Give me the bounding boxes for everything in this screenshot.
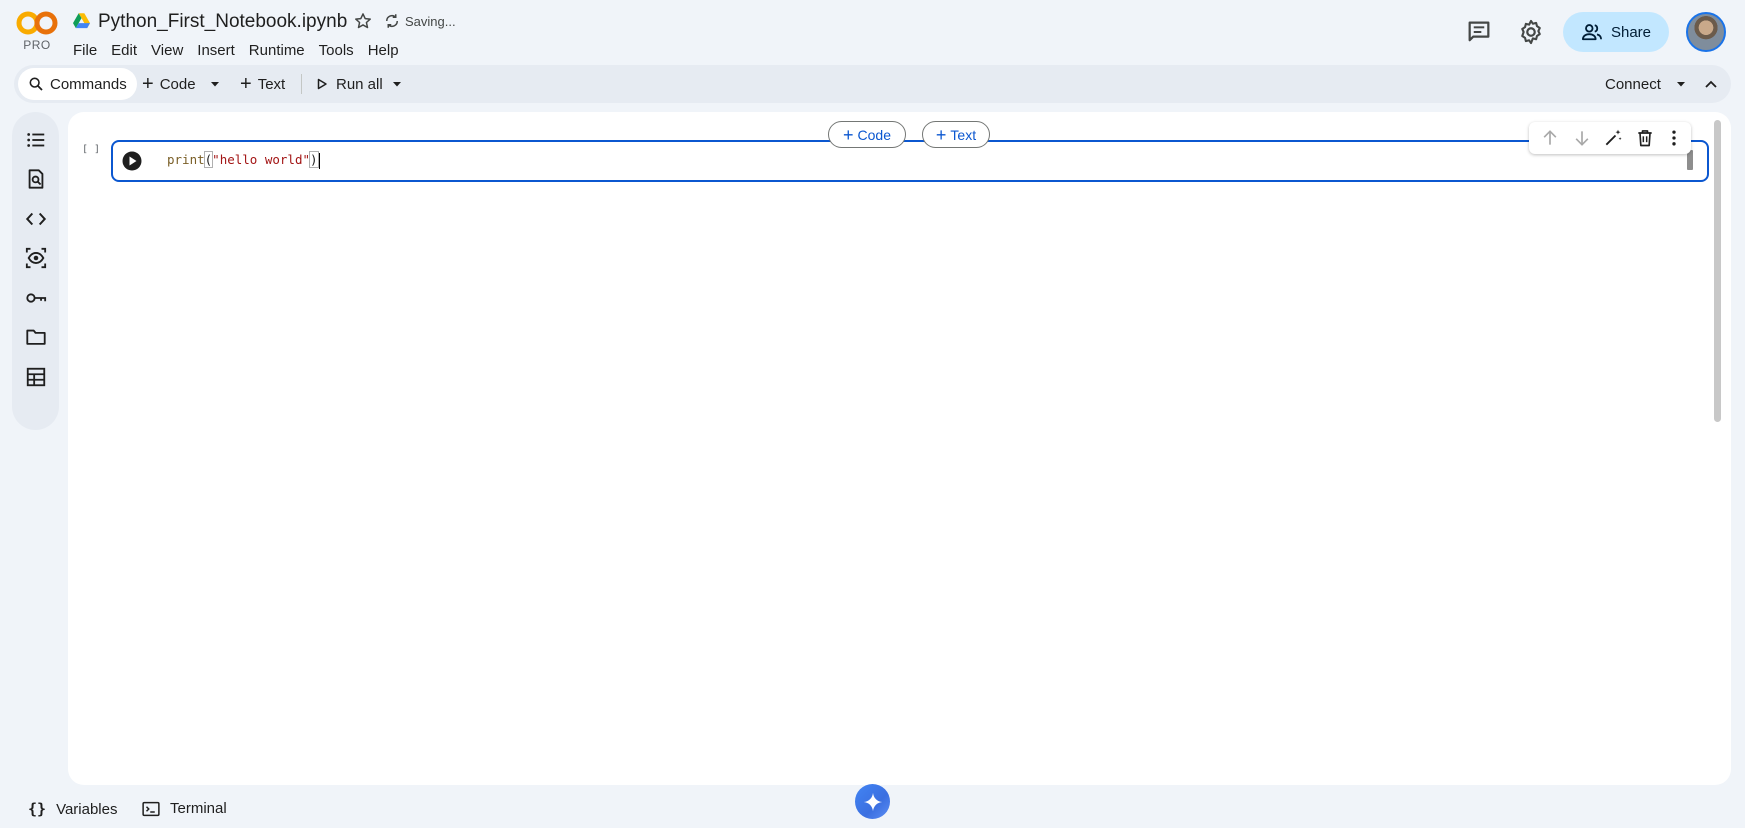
insert-code-label: Code bbox=[857, 126, 891, 143]
add-code-label: Code bbox=[159, 75, 196, 93]
text-caret bbox=[318, 152, 320, 169]
menu-view[interactable]: View bbox=[151, 40, 191, 59]
connect-button[interactable]: Connect bbox=[1605, 65, 1661, 103]
terminal-icon bbox=[142, 801, 160, 816]
run-all-dropdown-icon[interactable] bbox=[392, 80, 402, 88]
code-editor[interactable]: print("hello world") bbox=[167, 151, 320, 169]
menu-insert[interactable]: Insert bbox=[197, 40, 243, 59]
code-function: print bbox=[167, 152, 205, 167]
comments-icon[interactable] bbox=[1465, 18, 1493, 46]
terminal-label: Terminal bbox=[170, 800, 227, 817]
curly-braces-icon: {} bbox=[28, 800, 47, 818]
move-up-arrow-icon[interactable] bbox=[1540, 128, 1560, 148]
run-cell-icon[interactable] bbox=[122, 151, 142, 171]
insert-code-cell-button[interactable]: + Code bbox=[828, 121, 906, 148]
share-label: Share bbox=[1610, 23, 1652, 41]
app-header: PRO Python_First_Notebook.ipynb Saving..… bbox=[0, 0, 1745, 63]
commands-button[interactable]: Commands bbox=[18, 68, 137, 100]
move-down-arrow-icon[interactable] bbox=[1572, 128, 1592, 148]
commands-label: Commands bbox=[50, 75, 127, 93]
google-drive-icon[interactable] bbox=[73, 13, 90, 29]
terminal-button[interactable]: Terminal bbox=[142, 800, 227, 817]
code-snippets-icon[interactable] bbox=[25, 208, 47, 230]
pro-badge: PRO bbox=[23, 38, 51, 52]
notebook-title[interactable]: Python_First_Notebook.ipynb bbox=[98, 11, 347, 33]
add-code-button[interactable]: + Code bbox=[142, 65, 196, 103]
plus-icon: + bbox=[935, 124, 947, 145]
execution-count: [ ] bbox=[82, 144, 101, 155]
gemini-assistant-button[interactable] bbox=[855, 784, 890, 819]
sync-icon bbox=[385, 14, 399, 28]
files-folder-icon[interactable] bbox=[25, 326, 47, 348]
insert-text-label: Text bbox=[950, 126, 977, 143]
code-close-paren: ) bbox=[309, 151, 319, 168]
connect-label: Connect bbox=[1605, 75, 1661, 93]
save-status: Saving... bbox=[405, 14, 456, 29]
collapse-chevron-up-icon[interactable] bbox=[1704, 78, 1718, 90]
secrets-key-icon[interactable] bbox=[25, 287, 47, 309]
notebook-scrollbar[interactable] bbox=[1714, 120, 1721, 422]
variables-label: Variables bbox=[56, 800, 118, 818]
plus-icon: + bbox=[240, 72, 252, 95]
star-icon[interactable] bbox=[353, 11, 373, 31]
colab-logo[interactable]: PRO bbox=[16, 11, 58, 52]
add-text-button[interactable]: + Text bbox=[240, 65, 285, 103]
plus-icon: + bbox=[142, 72, 154, 95]
delete-trash-icon[interactable] bbox=[1635, 128, 1655, 148]
menu-edit[interactable]: Edit bbox=[111, 40, 145, 59]
insert-text-cell-button[interactable]: + Text bbox=[922, 121, 990, 148]
menu-help[interactable]: Help bbox=[368, 40, 407, 59]
variables-inspector-icon[interactable] bbox=[25, 247, 47, 269]
run-all-label: Run all bbox=[336, 75, 383, 93]
variables-button[interactable]: {} Variables bbox=[28, 800, 117, 818]
more-options-icon[interactable] bbox=[1664, 128, 1684, 148]
left-sidebar bbox=[12, 112, 59, 430]
connect-dropdown-icon[interactable] bbox=[1676, 80, 1686, 88]
search-icon bbox=[29, 77, 43, 91]
share-button[interactable]: Share bbox=[1563, 12, 1669, 52]
add-text-label: Text bbox=[257, 75, 286, 93]
notebook-toolbar: Commands + Code + Text Run all Connect bbox=[14, 65, 1731, 103]
cell-toolbar bbox=[1529, 122, 1691, 154]
user-avatar[interactable] bbox=[1686, 12, 1726, 52]
menu-runtime[interactable]: Runtime bbox=[249, 40, 313, 59]
colab-logo-icon bbox=[16, 11, 58, 35]
menu-file[interactable]: File bbox=[73, 40, 105, 59]
find-replace-icon[interactable] bbox=[25, 168, 47, 190]
notebook-area: [ ] print("hello world") + Code + Text bbox=[68, 112, 1731, 785]
settings-gear-icon[interactable] bbox=[1517, 18, 1545, 46]
plus-icon: + bbox=[843, 124, 854, 145]
toolbar-divider bbox=[301, 74, 302, 94]
play-outline-icon bbox=[317, 78, 327, 90]
run-all-button[interactable]: Run all bbox=[316, 65, 383, 103]
code-string: "hello world" bbox=[212, 152, 311, 167]
table-of-contents-icon[interactable] bbox=[25, 129, 47, 151]
code-dropdown-icon[interactable] bbox=[210, 80, 220, 88]
code-cell[interactable]: print("hello world") bbox=[111, 140, 1709, 182]
menu-tools[interactable]: Tools bbox=[319, 40, 362, 59]
ai-edit-wand-icon[interactable] bbox=[1603, 128, 1623, 148]
people-icon bbox=[1581, 24, 1602, 41]
gemini-sparkle-icon bbox=[863, 792, 882, 811]
data-table-icon[interactable] bbox=[25, 366, 47, 388]
menu-bar: File Edit View Insert Runtime Tools Help bbox=[73, 40, 413, 59]
